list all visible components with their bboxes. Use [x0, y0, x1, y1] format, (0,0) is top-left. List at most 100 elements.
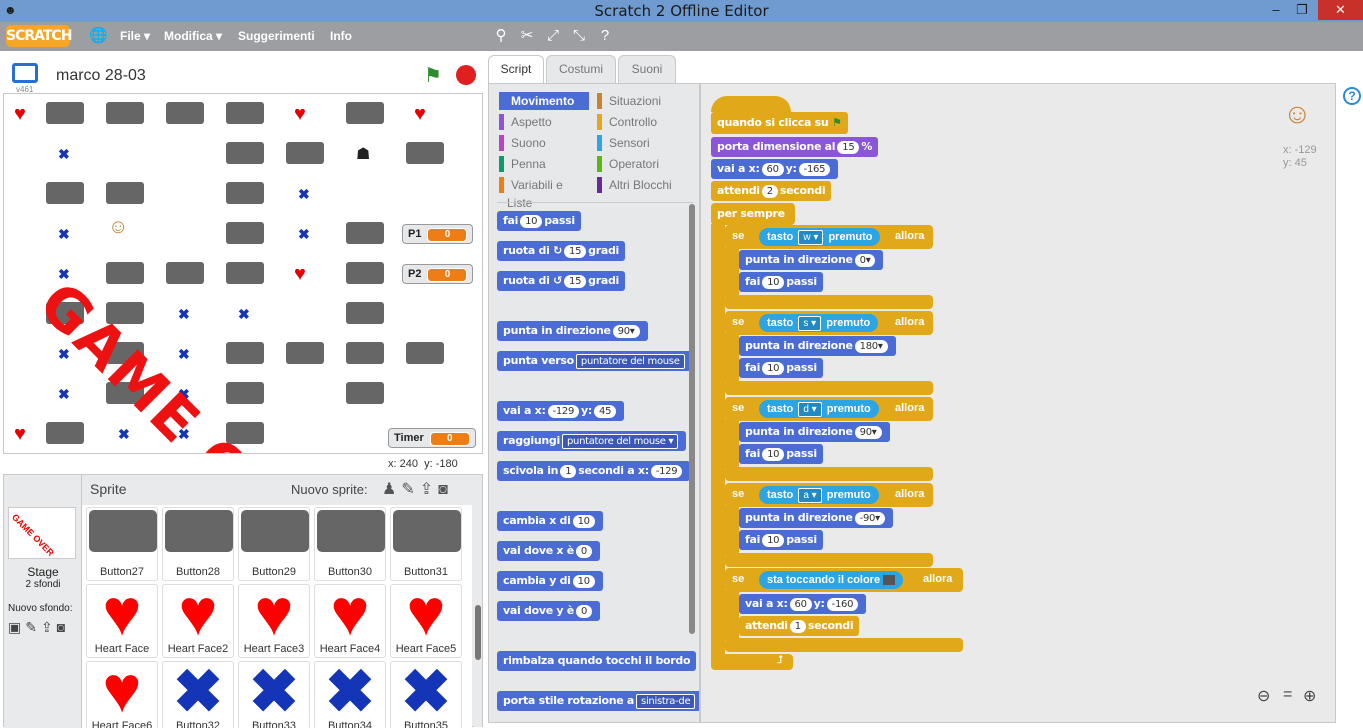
sprite-scroll-thumb[interactable]	[475, 605, 481, 660]
sprite-card[interactable]: ♥ Heart Face	[86, 579, 158, 658]
val[interactable]: 0	[575, 605, 593, 618]
stage-thumbnail[interactable]: GAME OVER	[8, 507, 76, 559]
stage[interactable]: ♥ ♥ ♥ ✖ ☗ ✖ ✖ ☺ ✖ P1 0 ✖ ♥ P2 0 ✖ ✖ ✖ ✖ ✖ …	[3, 93, 483, 454]
if-key-pressed-top[interactable]: se tasto s ▾ premuto allora	[725, 311, 933, 335]
sprite-card[interactable]: ✖ Button32	[162, 661, 234, 728]
sprite-card[interactable]: ♥ Heart Face6	[86, 656, 158, 728]
zoom-in-icon[interactable]: ⊕	[1303, 686, 1316, 706]
val[interactable]: 10	[762, 276, 785, 289]
sprite-card[interactable]: Button27	[86, 507, 158, 581]
backdrop-tools[interactable]: ▣✎⇪◙	[8, 619, 69, 636]
category-aspetto[interactable]: Aspetto	[499, 113, 589, 131]
val[interactable]: 90▾	[612, 325, 640, 338]
block-point-direction[interactable]: punta in direzione -90▾	[739, 508, 893, 528]
block-turn-right[interactable]: ruota di ↻ 15 gradi	[497, 241, 626, 261]
green-flag-icon[interactable]: ⚑	[424, 63, 442, 88]
zoom-out-icon[interactable]: ⊖	[1257, 686, 1270, 706]
val[interactable]: -165	[798, 163, 831, 176]
globe-icon[interactable]: 🌐	[89, 27, 108, 45]
val[interactable]: -160	[826, 598, 859, 611]
dropdown[interactable]: puntatore del mouse	[575, 354, 685, 369]
if-key-pressed-top[interactable]: se tasto a ▾ premuto allora	[725, 483, 933, 507]
new-sprite-tools[interactable]: ♟✎⇪◙	[382, 479, 453, 499]
dropdown[interactable]: puntatore del mouse ▾	[561, 434, 679, 449]
block-point-direction[interactable]: punta in direzione 0▾	[739, 250, 884, 270]
shrink-icon[interactable]: ⤡	[570, 27, 588, 45]
key-pressed-condition[interactable]: tasto s ▾ premuto	[759, 314, 879, 332]
sprite-card[interactable]: ✖ Button35	[390, 661, 462, 728]
val[interactable]: 10	[762, 534, 785, 547]
sprite-card[interactable]: Button28	[162, 507, 234, 581]
sprite-card[interactable]: Button31	[390, 507, 462, 581]
category-operatori[interactable]: Operatori	[597, 155, 693, 173]
if-key-pressed-top[interactable]: se tasto d ▾ premuto allora	[725, 397, 933, 421]
val[interactable]: -129	[547, 405, 580, 418]
category-variabili-e-liste[interactable]: Variabili e Liste	[499, 176, 589, 210]
duplicate-icon[interactable]: ⚲	[492, 27, 510, 45]
key-dropdown[interactable]: d ▾	[798, 402, 822, 417]
project-name[interactable]: marco 28-03	[56, 67, 146, 85]
stop-icon[interactable]	[456, 65, 476, 85]
block-goto-xy[interactable]: vai a x: 60 y: -165	[711, 159, 839, 179]
dropdown[interactable]: sinistra-de	[636, 694, 696, 709]
sprite-card[interactable]: Button30	[314, 507, 386, 581]
category-suono[interactable]: Suono	[499, 134, 589, 152]
block-wait[interactable]: attendi 2 secondi	[711, 181, 832, 201]
block-move[interactable]: fai 10 passi	[497, 211, 581, 231]
key-dropdown[interactable]: w ▾	[798, 230, 824, 245]
sprite-card[interactable]: Button29	[238, 507, 310, 581]
block-move[interactable]: fai 10 passi	[739, 530, 823, 550]
val[interactable]: 10	[572, 515, 595, 528]
block-glide[interactable]: scivola in 1 secondi a x: -129	[497, 461, 691, 481]
block-wait[interactable]: attendi 1 secondi	[739, 616, 860, 636]
val[interactable]: 2	[761, 185, 778, 198]
block-point-direction[interactable]: punta in direzione 180▾	[739, 336, 896, 356]
cut-icon[interactable]: ✂	[518, 27, 536, 45]
val[interactable]: 15	[564, 275, 587, 288]
touching-color-condition[interactable]: sta toccando il colore	[759, 571, 904, 589]
block-bounce[interactable]: rimbalza quando tocchi il bordo	[497, 651, 697, 671]
block-goto-xy[interactable]: vai a x: 60 y: -160	[739, 594, 867, 614]
category-movimento[interactable]: Movimento	[499, 92, 589, 110]
val[interactable]: 60	[761, 163, 784, 176]
menu-edit[interactable]: Modifica ▾	[164, 29, 222, 43]
scripts-area[interactable]: quando si clicca su ⚑ porta dimensione a…	[700, 83, 1336, 723]
val[interactable]: 45	[594, 405, 617, 418]
sprite-card[interactable]: ✖ Button34	[314, 661, 386, 728]
minimize-button[interactable]: –	[1262, 0, 1290, 20]
block-set-size[interactable]: porta dimensione al 15%	[711, 137, 879, 157]
block-when-flag-clicked[interactable]: quando si clicca su ⚑	[711, 112, 848, 134]
menu-file[interactable]: File ▾	[120, 29, 150, 43]
sprite-card[interactable]: ♥ Heart Face4	[314, 579, 386, 658]
block-move[interactable]: fai 10 passi	[739, 358, 823, 378]
menu-info[interactable]: Info	[330, 29, 352, 43]
block-rotation-style[interactable]: porta stile rotazione a sinistra-de	[497, 691, 699, 711]
block-point-direction[interactable]: punta in direzione 90▾	[739, 422, 890, 442]
val[interactable]: -90▾	[854, 512, 885, 525]
key-pressed-condition[interactable]: tasto d ▾ premuto	[759, 400, 879, 418]
grow-icon[interactable]: ⤢	[544, 27, 562, 45]
block-change-y[interactable]: cambia y di 10	[497, 571, 603, 591]
val[interactable]: 10	[762, 448, 785, 461]
if-touching-color-top[interactable]: se sta toccando il colore allora	[725, 568, 963, 592]
block-turn-left[interactable]: ruota di ↺ 15 gradi	[497, 271, 626, 291]
category-penna[interactable]: Penna	[499, 155, 589, 173]
key-dropdown[interactable]: s ▾	[798, 316, 822, 331]
val[interactable]: 1	[789, 620, 806, 633]
category-controllo[interactable]: Controllo	[597, 113, 693, 131]
category-altri-blocchi[interactable]: Altri Blocchi	[597, 176, 693, 194]
right-scrollbar[interactable]: ?	[1338, 83, 1363, 723]
close-button[interactable]: ✕	[1318, 0, 1363, 20]
fullscreen-icon[interactable]	[12, 63, 38, 83]
forever-top[interactable]: per sempre	[711, 203, 795, 225]
tab-script[interactable]: Script	[488, 55, 544, 84]
palette-scroll-thumb[interactable]	[689, 204, 695, 634]
block-move[interactable]: fai 10 passi	[739, 444, 823, 464]
help-icon[interactable]: ?	[596, 27, 614, 45]
sprite-card[interactable]: ✖ Button33	[238, 661, 310, 728]
block-point-towards[interactable]: punta verso puntatore del mouse	[497, 351, 693, 371]
block-set-x[interactable]: vai dove x è0	[497, 541, 600, 561]
block-set-y[interactable]: vai dove y è0	[497, 601, 601, 621]
val[interactable]: -129	[650, 465, 683, 478]
zoom-reset-icon[interactable]: =	[1283, 686, 1292, 704]
